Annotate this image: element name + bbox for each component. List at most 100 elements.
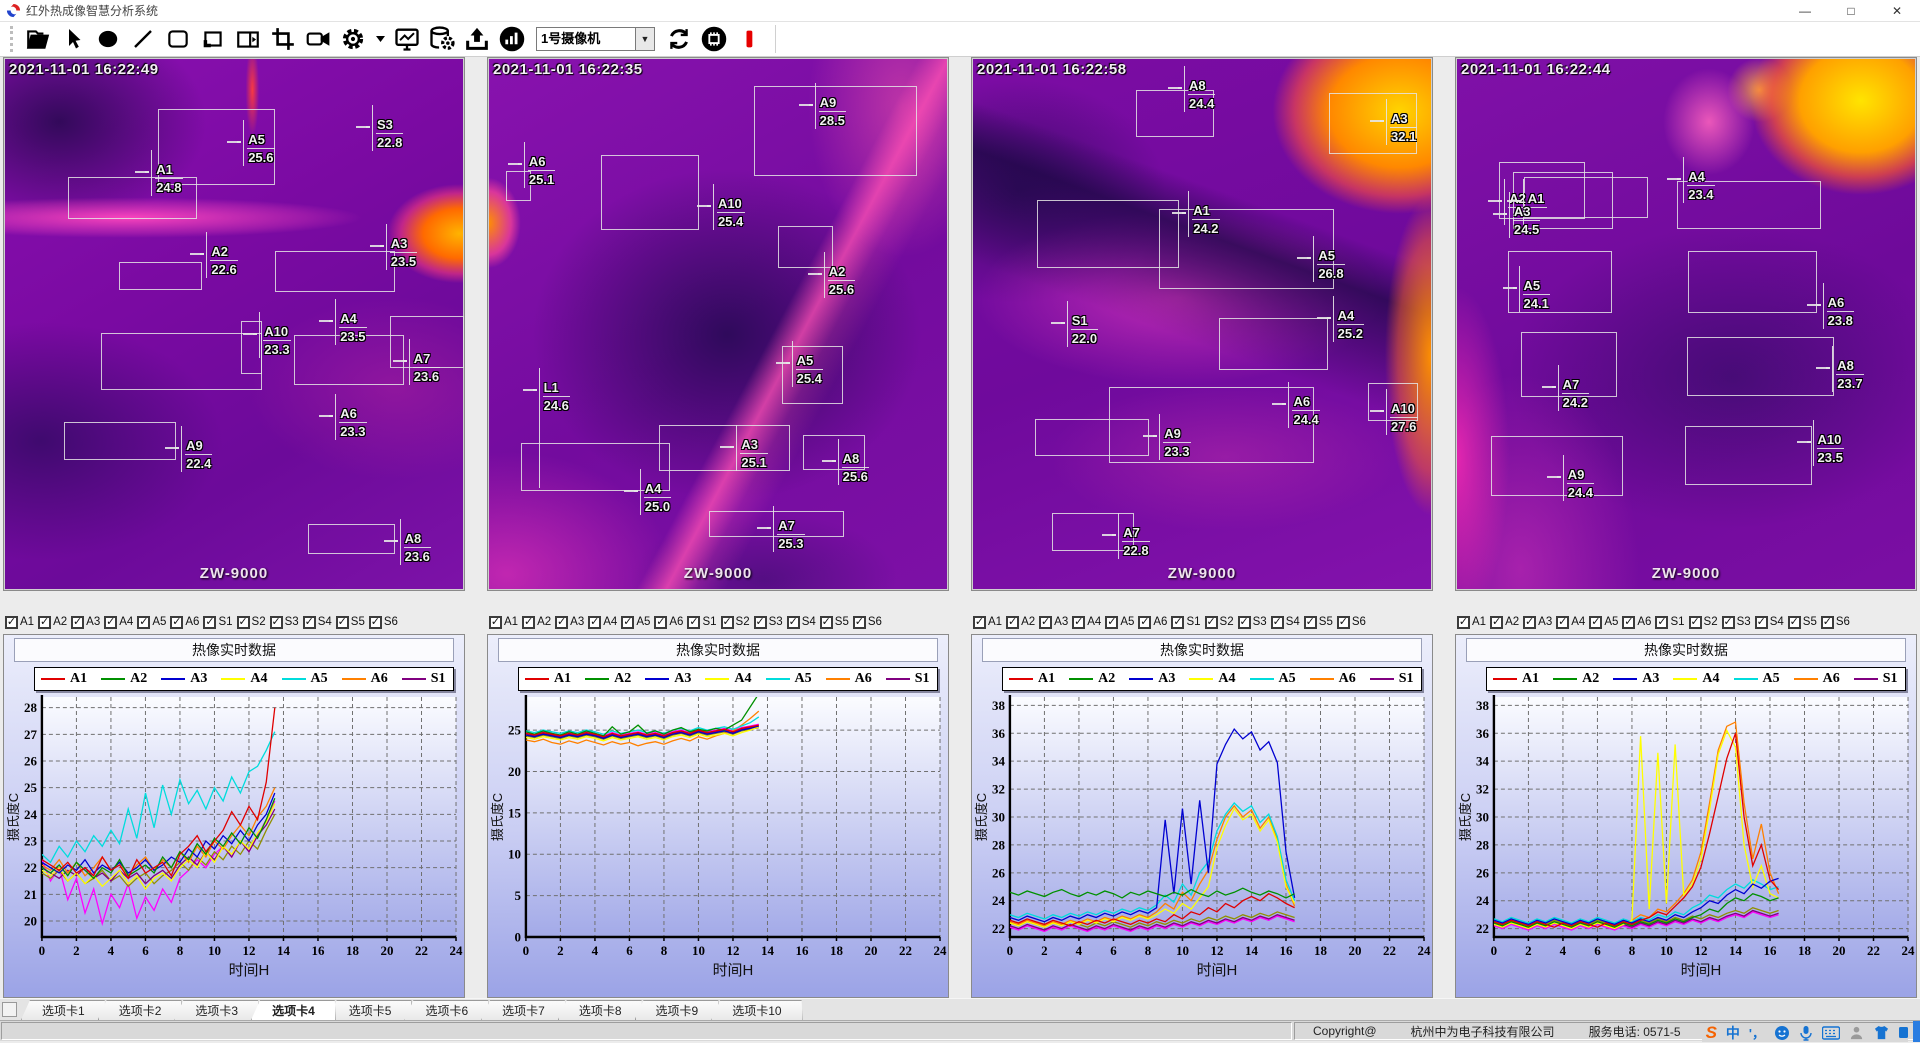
monitor-chart-button[interactable] bbox=[392, 24, 422, 54]
ime-punctuation-icon[interactable]: '， bbox=[1749, 1023, 1765, 1042]
database-settings-button[interactable] bbox=[427, 24, 457, 54]
select-cursor-button[interactable] bbox=[58, 24, 88, 54]
bottom-tab-6[interactable]: 选项卡6 bbox=[404, 1000, 489, 1020]
series-checkbox-S1[interactable]: ✓S1 bbox=[687, 616, 716, 629]
minimize-button[interactable]: — bbox=[1782, 0, 1828, 22]
camera-select-arrow-icon[interactable]: ▼ bbox=[636, 27, 655, 51]
series-checkbox-A2[interactable]: ✓A2 bbox=[1490, 616, 1519, 629]
device-status-button[interactable] bbox=[699, 24, 729, 54]
svg-text:4: 4 bbox=[1560, 943, 1567, 958]
series-checkbox-S1[interactable]: ✓S1 bbox=[1171, 616, 1200, 629]
series-checkbox-A2[interactable]: ✓A2 bbox=[1006, 616, 1035, 629]
bottom-tab-7[interactable]: 选项卡7 bbox=[481, 1000, 566, 1020]
series-checkbox-A1[interactable]: ✓A1 bbox=[489, 616, 518, 629]
series-checkbox-A5[interactable]: ✓A5 bbox=[137, 616, 166, 629]
series-checkbox-S3[interactable]: ✓S3 bbox=[270, 616, 299, 629]
series-checkbox-A4[interactable]: ✓A4 bbox=[1556, 616, 1585, 629]
series-checkbox-S3[interactable]: ✓S3 bbox=[754, 616, 783, 629]
maximize-button[interactable]: □ bbox=[1828, 0, 1874, 22]
series-checkbox-A5[interactable]: ✓A5 bbox=[1105, 616, 1134, 629]
series-checkbox-S1[interactable]: ✓S1 bbox=[203, 616, 232, 629]
series-checkbox-S2[interactable]: ✓S2 bbox=[1205, 616, 1234, 629]
series-checkbox-A4[interactable]: ✓A4 bbox=[588, 616, 617, 629]
series-checkbox-S2[interactable]: ✓S2 bbox=[237, 616, 266, 629]
ime-emoji-icon[interactable] bbox=[1774, 1025, 1790, 1041]
ime-toolbox-icon[interactable] bbox=[1899, 1025, 1908, 1040]
series-checkbox-S3[interactable]: ✓S3 bbox=[1722, 616, 1751, 629]
sogou-logo-icon[interactable]: S bbox=[1706, 1023, 1717, 1043]
series-checkbox-A1[interactable]: ✓A1 bbox=[1457, 616, 1486, 629]
series-checkbox-S5[interactable]: ✓S5 bbox=[1304, 616, 1333, 629]
series-checkbox-A3[interactable]: ✓A3 bbox=[1039, 616, 1068, 629]
camera-view-4[interactable]: 2021-11-01 16:22:44A2A1A324.5A423.4A524.… bbox=[1455, 57, 1917, 591]
series-checkbox-A1[interactable]: ✓A1 bbox=[973, 616, 1002, 629]
tab-corner-button[interactable] bbox=[2, 1002, 17, 1017]
bottom-tab-10[interactable]: 选项卡10 bbox=[711, 1000, 802, 1020]
camera-view-1[interactable]: 2021-11-01 16:22:49S322.8A525.6A124.8A22… bbox=[3, 57, 465, 591]
close-button[interactable]: ✕ bbox=[1874, 0, 1920, 22]
series-checkbox-S2[interactable]: ✓S2 bbox=[721, 616, 750, 629]
bottom-tab-1[interactable]: 选项卡1 bbox=[21, 1000, 106, 1020]
series-checkbox-S1[interactable]: ✓S1 bbox=[1655, 616, 1684, 629]
series-checkbox-S4[interactable]: ✓S4 bbox=[303, 616, 332, 629]
series-checkbox-S6[interactable]: ✓S6 bbox=[1821, 616, 1850, 629]
series-checkbox-S6[interactable]: ✓S6 bbox=[369, 616, 398, 629]
alarm-stop-button[interactable] bbox=[734, 24, 764, 54]
series-checkbox-S5[interactable]: ✓S5 bbox=[820, 616, 849, 629]
series-checkbox-A6[interactable]: ✓A6 bbox=[654, 616, 683, 629]
series-checkbox-S5[interactable]: ✓S5 bbox=[336, 616, 365, 629]
region-tool-button[interactable] bbox=[198, 24, 228, 54]
legend-item-S1: S1 bbox=[402, 671, 446, 687]
ime-skin-icon[interactable] bbox=[1873, 1025, 1890, 1040]
series-checkbox-S5[interactable]: ✓S5 bbox=[1788, 616, 1817, 629]
ime-mic-icon[interactable] bbox=[1799, 1025, 1813, 1041]
series-checkbox-A3[interactable]: ✓A3 bbox=[1523, 616, 1552, 629]
series-checkbox-S4[interactable]: ✓S4 bbox=[787, 616, 816, 629]
refresh-button[interactable] bbox=[664, 24, 694, 54]
bottom-tab-8[interactable]: 选项卡8 bbox=[558, 1000, 643, 1020]
camera-record-button[interactable] bbox=[303, 24, 333, 54]
series-checkbox-S2[interactable]: ✓S2 bbox=[1689, 616, 1718, 629]
crop-tool-button[interactable] bbox=[268, 24, 298, 54]
series-checkbox-A5[interactable]: ✓A5 bbox=[621, 616, 650, 629]
video-frame-button[interactable] bbox=[233, 24, 263, 54]
rectangle-tool-button[interactable] bbox=[163, 24, 193, 54]
ellipse-tool-button[interactable] bbox=[93, 24, 123, 54]
camera-view-3[interactable]: 2021-11-01 16:22:58A824.4A332.1A124.2A52… bbox=[971, 57, 1433, 591]
svg-text:摄氏度C: 摄氏度C bbox=[974, 793, 989, 841]
ime-keyboard-icon[interactable] bbox=[1822, 1026, 1840, 1040]
open-folder-button[interactable] bbox=[23, 24, 53, 54]
ime-language-icon[interactable]: 中 bbox=[1726, 1023, 1740, 1043]
series-checkbox-S4[interactable]: ✓S4 bbox=[1755, 616, 1784, 629]
series-checkbox-A3[interactable]: ✓A3 bbox=[71, 616, 100, 629]
ime-account-icon[interactable] bbox=[1849, 1025, 1864, 1040]
series-checkbox-A2[interactable]: ✓A2 bbox=[38, 616, 67, 629]
series-checkbox-S6[interactable]: ✓S6 bbox=[1337, 616, 1366, 629]
bottom-tab-4[interactable]: 选项卡4 bbox=[251, 1000, 336, 1020]
series-checkbox-A6[interactable]: ✓A6 bbox=[1138, 616, 1167, 629]
series-checkbox-S3[interactable]: ✓S3 bbox=[1238, 616, 1267, 629]
bottom-tab-2[interactable]: 选项卡2 bbox=[98, 1000, 183, 1020]
series-checkbox-A6[interactable]: ✓A6 bbox=[1622, 616, 1651, 629]
camera-view-2[interactable]: 2021-11-01 16:22:35A928.5A625.1A1025.4A2… bbox=[487, 57, 949, 591]
toolbar-grip[interactable] bbox=[10, 26, 14, 52]
bottom-tab-3[interactable]: 选项卡3 bbox=[174, 1000, 259, 1020]
settings-dropdown-button[interactable] bbox=[373, 24, 387, 54]
series-checkbox-A2[interactable]: ✓A2 bbox=[522, 616, 551, 629]
bottom-tab-9[interactable]: 选项卡9 bbox=[635, 1000, 720, 1020]
series-checkbox-S6[interactable]: ✓S6 bbox=[853, 616, 882, 629]
series-checkbox-A1[interactable]: ✓A1 bbox=[5, 616, 34, 629]
line-tool-button[interactable] bbox=[128, 24, 158, 54]
settings-button[interactable] bbox=[338, 24, 368, 54]
series-checkbox-A4[interactable]: ✓A4 bbox=[104, 616, 133, 629]
checkbox-label: A5 bbox=[1604, 616, 1618, 628]
series-checkbox-A4[interactable]: ✓A4 bbox=[1072, 616, 1101, 629]
series-checkbox-A3[interactable]: ✓A3 bbox=[555, 616, 584, 629]
export-button[interactable] bbox=[462, 24, 492, 54]
series-checkbox-A6[interactable]: ✓A6 bbox=[170, 616, 199, 629]
statistics-button[interactable] bbox=[497, 24, 527, 54]
series-checkbox-A5[interactable]: ✓A5 bbox=[1589, 616, 1618, 629]
bottom-tab-5[interactable]: 选项卡5 bbox=[328, 1000, 413, 1020]
camera-select[interactable]: 1号摄像机 ▼ bbox=[536, 27, 655, 51]
series-checkbox-S4[interactable]: ✓S4 bbox=[1271, 616, 1300, 629]
